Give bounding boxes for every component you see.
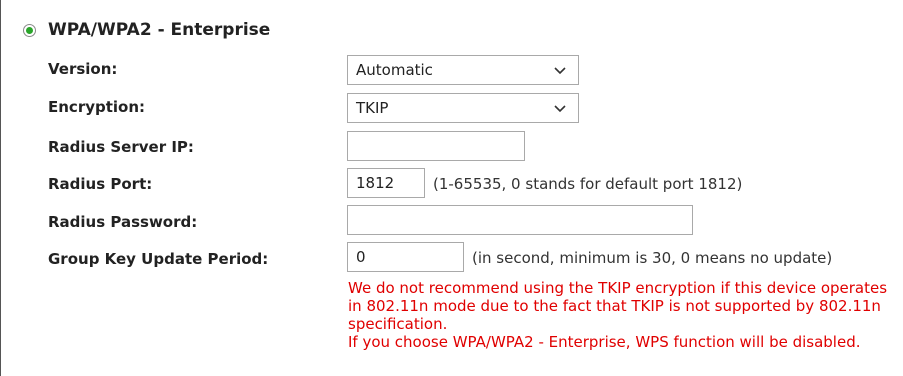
- radius-port-hint: (1-65535, 0 stands for default port 1812…: [433, 175, 743, 193]
- wpa-enterprise-radio[interactable]: [23, 23, 36, 37]
- radius-port-input[interactable]: 1812: [347, 168, 425, 198]
- group-key-label: Group Key Update Period:: [48, 250, 269, 268]
- radio-selected-dot: [26, 26, 33, 34]
- version-label: Version:: [48, 60, 118, 78]
- warning-text: We do not recommend using the TKIP encry…: [348, 279, 903, 351]
- section-title: WPA/WPA2 - Enterprise: [48, 20, 271, 40]
- chevron-down-icon: [554, 67, 566, 75]
- radius-port-label: Radius Port:: [48, 175, 153, 193]
- wps-warning: If you choose WPA/WPA2 - Enterprise, WPS…: [348, 333, 861, 351]
- group-key-hint: (in second, minimum is 30, 0 means no up…: [472, 249, 833, 267]
- encryption-value: TKIP: [356, 99, 389, 117]
- group-key-value: 0: [356, 248, 366, 266]
- encryption-select[interactable]: TKIP: [347, 93, 579, 123]
- radius-password-label: Radius Password:: [48, 213, 198, 231]
- tkip-warning: We do not recommend using the TKIP encry…: [348, 279, 888, 333]
- radius-password-input[interactable]: [347, 205, 693, 235]
- radius-port-value: 1812: [356, 174, 395, 192]
- settings-panel: WPA/WPA2 - Enterprise Version: Automatic…: [0, 0, 903, 376]
- version-select[interactable]: Automatic: [347, 55, 579, 85]
- version-value: Automatic: [356, 61, 433, 79]
- radius-ip-label: Radius Server IP:: [48, 138, 194, 156]
- encryption-label: Encryption:: [48, 98, 146, 116]
- chevron-down-icon: [554, 105, 566, 113]
- group-key-input[interactable]: 0: [347, 242, 464, 272]
- security-mode-row: WPA/WPA2 - Enterprise: [23, 20, 270, 40]
- radius-ip-input[interactable]: [347, 131, 525, 161]
